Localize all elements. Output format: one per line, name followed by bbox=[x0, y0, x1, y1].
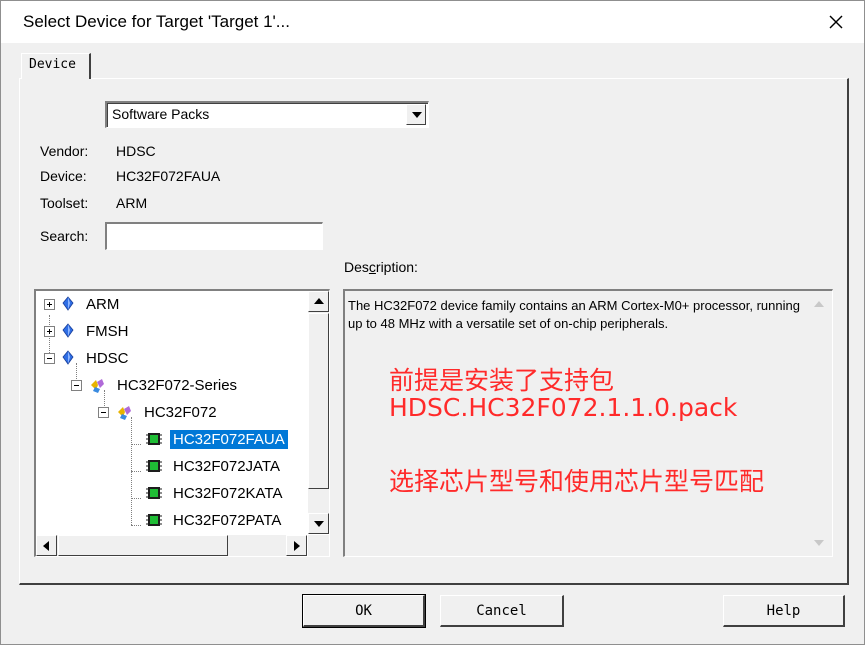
tree-node-label: FMSH bbox=[86, 322, 129, 340]
device-value: HC32F072FAUA bbox=[116, 168, 221, 184]
scroll-left-arrow-icon[interactable] bbox=[36, 535, 57, 556]
close-button[interactable] bbox=[824, 10, 848, 34]
annotation-line-3: 选择芯片型号和使用芯片型号匹配 bbox=[389, 467, 765, 496]
chevron-down-icon[interactable] bbox=[406, 104, 426, 125]
chip-icon bbox=[146, 514, 162, 526]
tree-node-hc32f072faua[interactable]: HC32F072FAUA bbox=[146, 428, 288, 450]
tree-node-label: HC32F072-Series bbox=[117, 376, 238, 394]
search-input[interactable] bbox=[105, 222, 323, 250]
tree-node-hc32f072jata[interactable]: HC32F072JATA bbox=[146, 455, 283, 477]
vendor-value: HDSC bbox=[116, 143, 156, 159]
description-scrollbar[interactable] bbox=[812, 297, 826, 552]
diamond-icon bbox=[62, 350, 74, 365]
scroll-thumb[interactable] bbox=[58, 535, 228, 556]
select-device-dialog: Select Device for Target 'Target 1'... D… bbox=[0, 0, 865, 645]
chip-icon bbox=[146, 460, 162, 472]
chip-icon bbox=[146, 487, 162, 499]
expand-icon[interactable] bbox=[44, 325, 55, 337]
scroll-thumb[interactable] bbox=[308, 313, 329, 489]
collapse-icon[interactable] bbox=[71, 379, 82, 391]
series-icon bbox=[118, 406, 131, 420]
series-icon bbox=[91, 379, 104, 393]
tree-vertical-scrollbar[interactable] bbox=[308, 291, 329, 534]
tree-node-label: ARM bbox=[86, 295, 120, 313]
tree-node-hc32f072pata[interactable]: HC32F072PATA bbox=[146, 509, 284, 531]
device-tree-content: ARM FMSH HDSC HC32F072-Series HC32F072 H… bbox=[36, 291, 307, 534]
description-label: Description: bbox=[344, 259, 418, 275]
tree-node-arm[interactable]: ARM bbox=[44, 293, 122, 315]
device-label: Device: bbox=[40, 168, 87, 184]
collapse-icon[interactable] bbox=[44, 352, 55, 364]
tree-horizontal-scrollbar[interactable] bbox=[36, 535, 307, 556]
tab-device[interactable]: Device bbox=[21, 53, 91, 79]
tree-node-hc32f072[interactable]: HC32F072 bbox=[98, 401, 220, 423]
tree-node-hc32f072-series[interactable]: HC32F072-Series bbox=[71, 374, 240, 396]
scroll-up-arrow-icon[interactable] bbox=[814, 301, 824, 307]
source-select-value: Software Packs bbox=[112, 106, 210, 122]
expand-icon[interactable] bbox=[44, 298, 55, 310]
tree-node-label: HC32F072JATA bbox=[173, 457, 280, 475]
diamond-icon bbox=[62, 323, 74, 338]
description-text: The HC32F072 device family contains an A… bbox=[348, 298, 800, 331]
device-tree[interactable]: ARM FMSH HDSC HC32F072-Series HC32F072 H… bbox=[34, 289, 330, 557]
title-bar: Select Device for Target 'Target 1'... bbox=[1, 1, 864, 43]
tree-node-label: HC32F072 bbox=[144, 403, 217, 421]
cancel-button[interactable]: Cancel bbox=[440, 595, 564, 627]
close-icon bbox=[829, 15, 843, 29]
annotation-line-1: 前提是安装了支持包 bbox=[389, 366, 615, 395]
description-box: The HC32F072 device family contains an A… bbox=[343, 289, 833, 557]
source-select[interactable]: Software Packs bbox=[105, 101, 429, 128]
window-title: Select Device for Target 'Target 1'... bbox=[23, 12, 290, 31]
toolset-label: Toolset: bbox=[40, 195, 89, 211]
tree-node-label: HDSC bbox=[86, 349, 129, 367]
ok-button[interactable]: OK bbox=[302, 594, 426, 628]
help-button[interactable]: Help bbox=[723, 595, 845, 627]
scroll-right-arrow-icon[interactable] bbox=[286, 535, 307, 556]
toolset-value: ARM bbox=[116, 195, 148, 211]
scroll-down-arrow-icon[interactable] bbox=[308, 513, 329, 534]
scroll-up-arrow-icon[interactable] bbox=[308, 291, 329, 312]
tree-node-label: HC32F072PATA bbox=[173, 511, 282, 529]
tree-node-label-selected: HC32F072FAUA bbox=[170, 429, 288, 449]
annotation-line-2: HDSC.HC32F072.1.1.0.pack bbox=[389, 393, 738, 422]
diamond-icon bbox=[62, 296, 74, 311]
scroll-corner bbox=[308, 535, 329, 556]
search-label: Search: bbox=[40, 228, 89, 244]
tree-node-label: HC32F072KATA bbox=[173, 484, 283, 502]
chip-icon bbox=[146, 433, 162, 445]
tree-node-fmsh[interactable]: FMSH bbox=[44, 320, 132, 342]
tree-node-hc32f072kata[interactable]: HC32F072KATA bbox=[146, 482, 286, 504]
collapse-icon[interactable] bbox=[98, 406, 109, 418]
tree-node-hdsc[interactable]: HDSC bbox=[44, 347, 132, 369]
vendor-label: Vendor: bbox=[40, 143, 89, 159]
scroll-down-arrow-icon[interactable] bbox=[814, 540, 824, 546]
